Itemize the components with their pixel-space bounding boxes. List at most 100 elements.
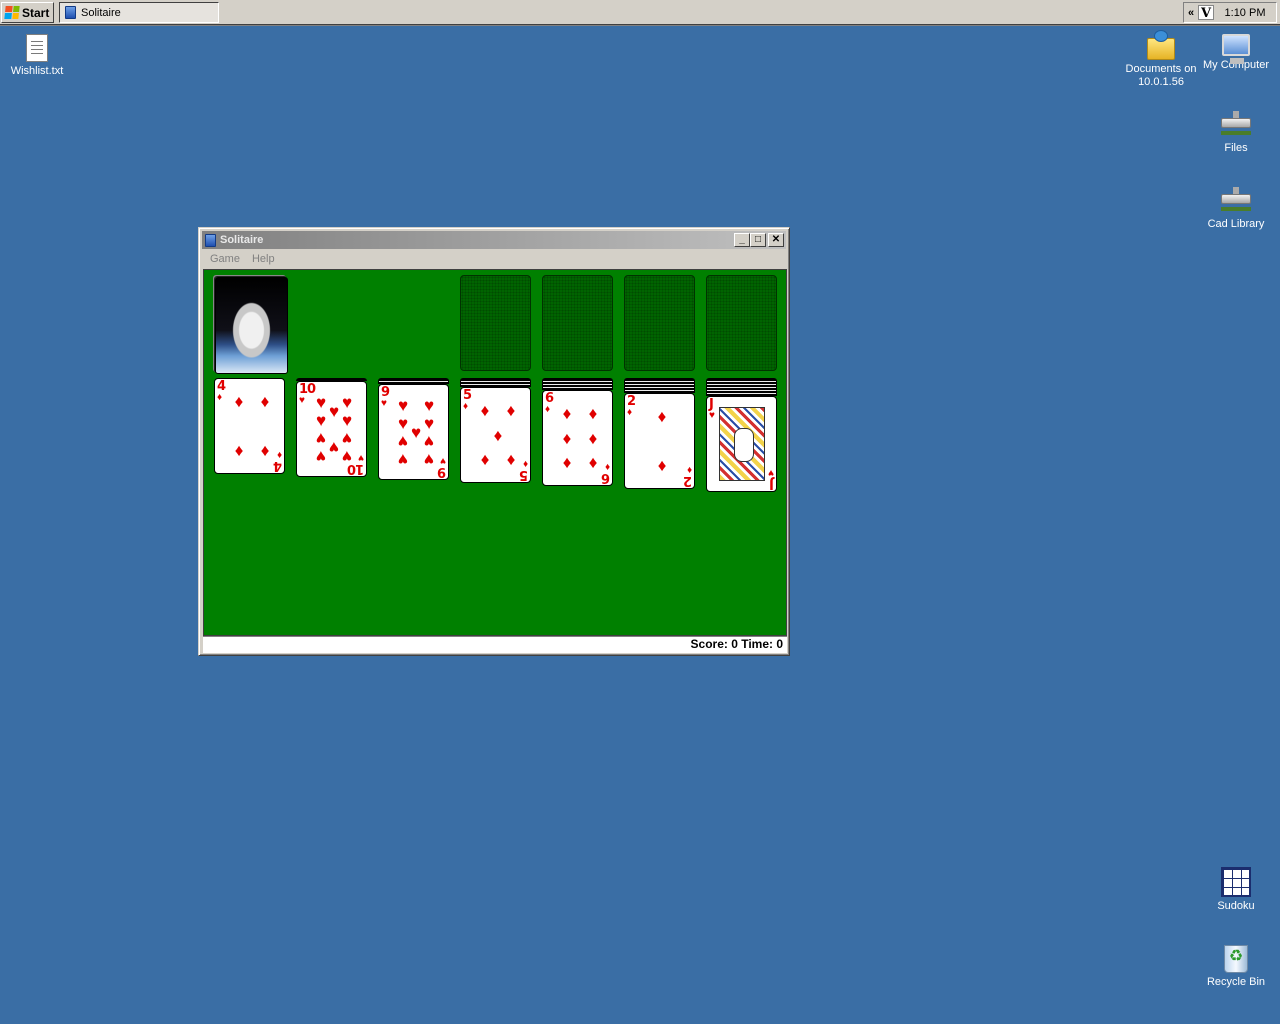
- window-title: Solitaire: [220, 234, 264, 246]
- card-rank: 9: [437, 464, 446, 479]
- card-6-diamonds[interactable]: 6 ♦ 6 ♦ ♦ ♦ ♦ ♦ ♦ ♦: [542, 390, 613, 486]
- card-2-diamonds[interactable]: 2 ♦ 2 ♦ ♦ ♦: [624, 393, 695, 489]
- game-board[interactable]: 4 ♦ 4 ♦ ♦ ♦ ♦ ♦ 10 ♥ 10 ♥ ♥ ♥ ♥ ♥ ♥ ♥ ♥ ♥ ♥ ♥ 9 ♥ 9 ♥ ♥ ♥ ♥ ♥ ♥ ♥ ♥ ♥ ♥ 5 ♦ 5…: [203, 269, 787, 636]
- card-suit-icon: ♦: [276, 449, 282, 460]
- card-suit-icon: ♥: [709, 410, 715, 421]
- card-suit-icon: ♥: [358, 452, 364, 463]
- desktop-icon-my-computer[interactable]: My Computer: [1199, 32, 1273, 72]
- card-4-diamonds[interactable]: 4 ♦ 4 ♦ ♦ ♦ ♦ ♦: [214, 378, 285, 474]
- menu-help[interactable]: Help: [246, 253, 281, 265]
- card-rank: J: [770, 476, 774, 491]
- foundation-3[interactable]: [624, 275, 695, 371]
- foundation-4[interactable]: [706, 275, 777, 371]
- title-bar[interactable]: Solitaire _ □ ✕: [202, 231, 786, 249]
- maximize-button[interactable]: □: [750, 233, 766, 247]
- tableau-pile-2[interactable]: 10 ♥ 10 ♥ ♥ ♥ ♥ ♥ ♥ ♥ ♥ ♥ ♥ ♥: [296, 378, 367, 477]
- card-suit-icon: ♦: [686, 464, 692, 475]
- face-down-cards: [706, 378, 777, 396]
- sudoku-icon: [1221, 867, 1251, 897]
- taskbar-button-solitaire[interactable]: Solitaire: [59, 2, 219, 23]
- start-button[interactable]: Start: [1, 2, 54, 23]
- card-suit-icon: ♦: [604, 461, 610, 472]
- windows-logo-icon: [4, 6, 20, 19]
- card-pip-icon: ♥: [315, 447, 327, 466]
- card-pip-icon: ♦: [657, 457, 667, 476]
- card-pip-icon: ♦: [562, 429, 572, 448]
- face-down-cards: [624, 378, 695, 393]
- card-pip-icon: ♥: [423, 432, 435, 451]
- solitaire-window[interactable]: Solitaire _ □ ✕ Game Help 4 ♦ 4 ♦ ♦ ♦ ♦ ♦ 10 ♥ 10 ♥…: [198, 227, 790, 656]
- desktop-icon-documents[interactable]: Documents on 10.0.1.56: [1124, 30, 1198, 89]
- card-9-hearts[interactable]: 9 ♥ 9 ♥ ♥ ♥ ♥ ♥ ♥ ♥ ♥ ♥ ♥: [378, 384, 449, 480]
- stock-pile[interactable]: [215, 277, 288, 374]
- card-rank: 5: [519, 467, 528, 482]
- solitaire-icon: [65, 6, 76, 19]
- card-pip-icon: ♦: [506, 401, 516, 420]
- desktop-icon-sudoku[interactable]: Sudoku: [1199, 867, 1273, 913]
- close-button[interactable]: ✕: [768, 233, 784, 247]
- card-pip-icon: ♦: [234, 392, 244, 411]
- tableau-pile-5[interactable]: 6 ♦ 6 ♦ ♦ ♦ ♦ ♦ ♦ ♦: [542, 378, 613, 486]
- desktop-icon-files[interactable]: Files: [1199, 108, 1273, 155]
- desktop-icon-label: Documents on 10.0.1.56: [1125, 63, 1197, 88]
- card-pip-icon: ♦: [562, 454, 572, 473]
- card-suit-icon: ♦: [463, 401, 469, 412]
- desktop-icon-recycle-bin[interactable]: Recycle Bin: [1199, 943, 1273, 989]
- desktop-icon-cad-library[interactable]: Cad Library: [1199, 184, 1273, 231]
- card-5-diamonds[interactable]: 5 ♦ 5 ♦ ♦ ♦ ♦ ♦ ♦: [460, 387, 531, 483]
- card-pip-icon: ♥: [397, 450, 409, 469]
- card-suit-icon: ♦: [545, 404, 551, 415]
- card-pip-icon: ♦: [588, 429, 598, 448]
- network-drive-icon: [1221, 187, 1251, 211]
- tray-app-icon[interactable]: V: [1198, 5, 1214, 21]
- recycle-bin-icon: [1224, 945, 1248, 973]
- card-pip-icon: ♦: [657, 407, 667, 426]
- score-time: Score: 0 Time: 0: [690, 637, 783, 651]
- foundation-1[interactable]: [460, 275, 531, 371]
- card-pip-icon: ♦: [562, 404, 572, 423]
- card-pip-icon: ♥: [423, 450, 435, 469]
- card-10-hearts[interactable]: 10 ♥ 10 ♥ ♥ ♥ ♥ ♥ ♥ ♥ ♥ ♥ ♥ ♥: [296, 381, 367, 477]
- computer-icon: [1222, 34, 1250, 64]
- tableau-pile-7[interactable]: J ♥ J ♥: [706, 378, 777, 492]
- taskbar-button-label: Solitaire: [81, 6, 121, 19]
- card-suit-icon: ♥: [299, 395, 305, 406]
- tray-expand-icon[interactable]: «: [1184, 7, 1198, 19]
- card-J-hearts[interactable]: J ♥ J ♥: [706, 396, 777, 492]
- card-suit-icon: ♦: [522, 458, 528, 469]
- card-pip-icon: ♥: [341, 447, 353, 466]
- tableau-pile-3[interactable]: 9 ♥ 9 ♥ ♥ ♥ ♥ ♥ ♥ ♥ ♥ ♥ ♥: [378, 378, 449, 480]
- minimize-button[interactable]: _: [734, 233, 750, 247]
- card-pip-icon: ♦: [493, 426, 503, 445]
- network-drive-icon: [1221, 111, 1251, 135]
- clock[interactable]: 1:10 PM: [1214, 7, 1276, 19]
- foundation-2[interactable]: [542, 275, 613, 371]
- system-tray: « V 1:10 PM: [1183, 2, 1277, 23]
- card-pip-icon: ♦: [234, 442, 244, 461]
- card-suit-icon: ♥: [768, 467, 774, 478]
- card-suit-icon: ♥: [440, 455, 446, 466]
- card-rank: 2: [683, 473, 692, 488]
- tableau-pile-4[interactable]: 5 ♦ 5 ♦ ♦ ♦ ♦ ♦ ♦: [460, 378, 531, 483]
- text-file-icon: [26, 34, 48, 62]
- card-pip-icon: ♥: [315, 411, 327, 430]
- card-rank: 4: [273, 458, 282, 473]
- desktop-icon-label: Recycle Bin: [1206, 976, 1266, 988]
- tableau-pile-6[interactable]: 2 ♦ 2 ♦ ♦ ♦: [624, 378, 695, 489]
- desktop-icon-wishlist[interactable]: Wishlist.txt: [0, 32, 74, 78]
- desktop-icon-label: Wishlist.txt: [10, 65, 64, 77]
- face-down-cards: [460, 378, 531, 387]
- card-pip-icon: ♦: [588, 404, 598, 423]
- card-suit-icon: ♦: [217, 392, 223, 403]
- desktop-icon-label: Files: [1224, 142, 1248, 154]
- menu-bar: Game Help: [202, 249, 786, 268]
- status-bar: Score: 0 Time: 0: [203, 636, 787, 653]
- network-folder-icon: [1147, 30, 1175, 60]
- card-suit-icon: ♦: [627, 407, 633, 418]
- desktop-icon-label: Sudoku: [1217, 900, 1255, 912]
- menu-game[interactable]: Game: [204, 253, 246, 265]
- tableau-pile-1[interactable]: 4 ♦ 4 ♦ ♦ ♦ ♦ ♦: [214, 378, 285, 474]
- card-suit-icon: ♥: [381, 398, 387, 409]
- jack-face-image: [719, 407, 765, 481]
- taskbar: Start Solitaire « V 1:10 PM: [0, 0, 1280, 26]
